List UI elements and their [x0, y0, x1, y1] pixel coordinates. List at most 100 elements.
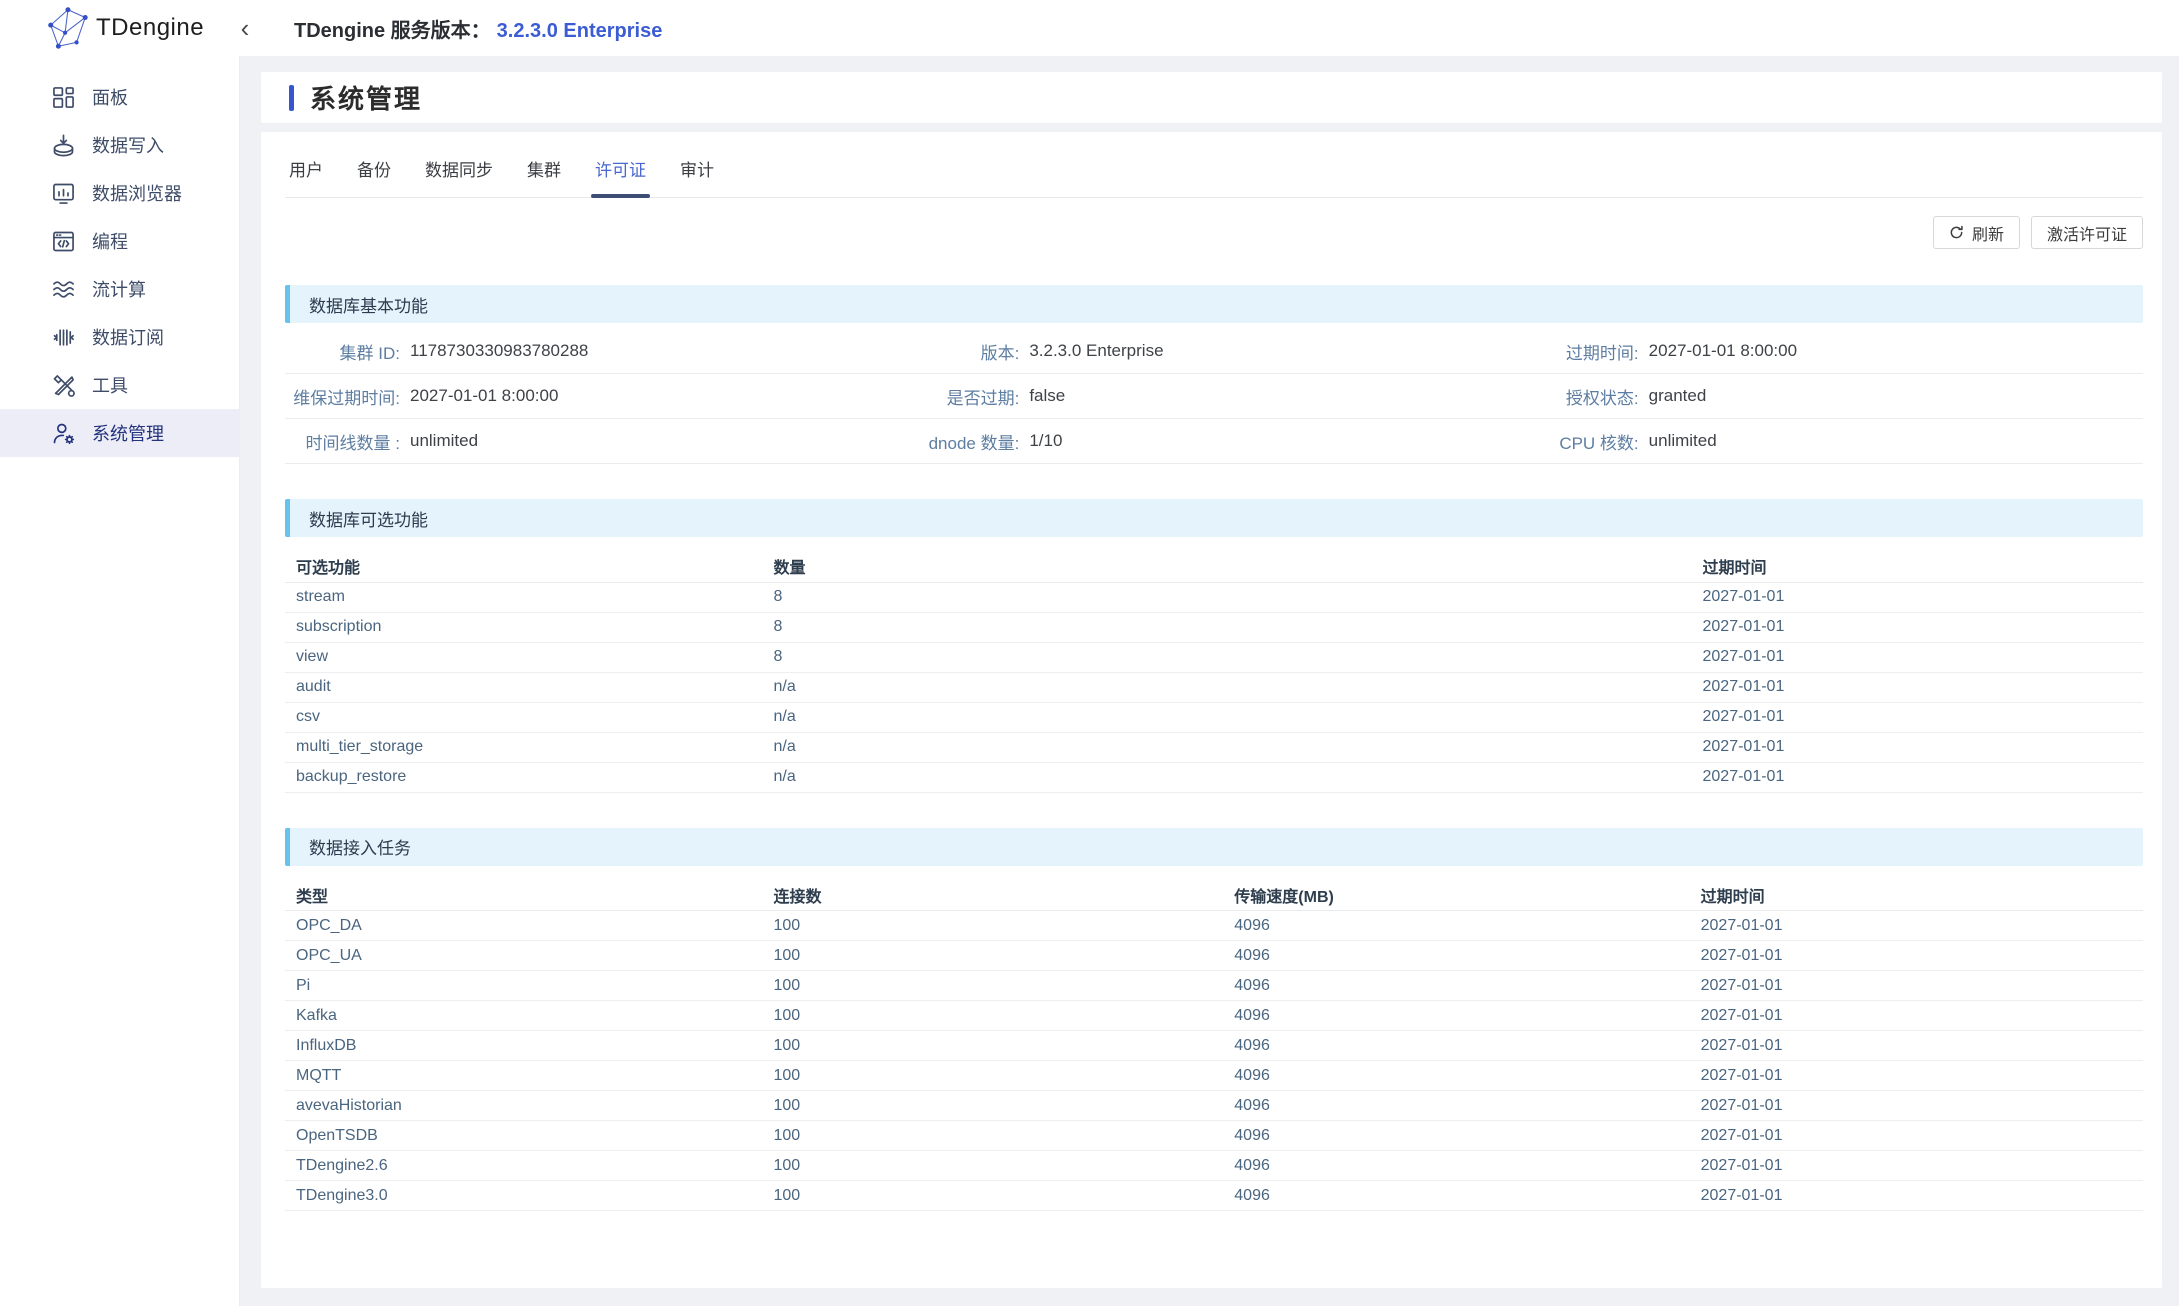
system-management-icon [50, 420, 77, 447]
sidebar-item-system-management[interactable]: 系统管理 [0, 409, 239, 457]
quantity-cell: n/a [763, 702, 1692, 732]
section-header-basic-features: 数据库基本功能 [285, 285, 2143, 323]
sidebar-item-dashboard[interactable]: 面板 [0, 73, 239, 121]
refresh-button-label: 刷新 [1972, 221, 2004, 245]
task-type-cell: InfluxDB [285, 1031, 763, 1061]
refresh-icon [1949, 225, 1964, 240]
tab-bar: 用户 备份 数据同步 集群 许可证 审计 [285, 132, 2143, 198]
basic-features-grid: 集群 ID: 1178730330983780288 版本: 3.2.3.0 E… [285, 329, 2143, 464]
activate-license-button[interactable]: 激活许可证 [2031, 216, 2143, 249]
chevron-left-icon: ‹ [241, 15, 250, 41]
expire-date-cell: 2027-01-01 [1692, 612, 2144, 642]
column-header: 可选功能 [285, 551, 763, 582]
connections-cell: 100 [763, 941, 1224, 971]
field-label: 授权状态: [1524, 384, 1639, 409]
field-label: 时间线数量 : [285, 429, 400, 454]
tab-license[interactable]: 许可证 [595, 162, 646, 197]
activate-license-label: 激活许可证 [2047, 221, 2127, 245]
expire-date-cell: 2027-01-01 [1690, 911, 2143, 941]
transfer-speed-cell: 4096 [1223, 1121, 1689, 1151]
sidebar-item-label: 数据订阅 [92, 324, 164, 350]
title-accent-bar [289, 85, 294, 111]
feature-name-cell: subscription [285, 612, 763, 642]
quantity-cell: 8 [763, 642, 1692, 672]
sidebar-item-label: 数据浏览器 [92, 180, 182, 206]
tab-users[interactable]: 用户 [289, 162, 323, 197]
field-dnode-count: dnode 数量: 1/10 [904, 429, 1523, 454]
expire-date-cell: 2027-01-01 [1692, 732, 2144, 762]
task-type-cell: TDengine3.0 [285, 1181, 763, 1211]
field-label: 集群 ID: [285, 339, 400, 364]
field-value: 1178730330983780288 [410, 341, 588, 361]
task-type-cell: TDengine2.6 [285, 1151, 763, 1181]
feature-name-cell: backup_restore [285, 762, 763, 792]
field-grant-status: 授权状态: granted [1524, 384, 2143, 409]
service-version: TDengine 服务版本：3.2.3.0 Enterprise [294, 14, 662, 43]
page-title: 系统管理 [310, 79, 422, 116]
page-title-card: 系统管理 [261, 72, 2162, 123]
field-value: unlimited [1649, 431, 1717, 451]
task-type-cell: MQTT [285, 1061, 763, 1091]
expire-date-cell: 2027-01-01 [1690, 1121, 2143, 1151]
task-type-cell: Pi [285, 971, 763, 1001]
kv-row: 时间线数量 : unlimited dnode 数量: 1/10 CPU 核数:… [285, 419, 2143, 464]
section-title: 数据接入任务 [309, 834, 411, 859]
transfer-speed-cell: 4096 [1223, 1091, 1689, 1121]
table-row: csv n/a 2027-01-01 [285, 702, 2143, 732]
section-title: 数据库基本功能 [309, 292, 428, 317]
sidebar-collapse-button[interactable]: ‹ [232, 12, 258, 44]
feature-name-cell: stream [285, 582, 763, 612]
tab-data-sync[interactable]: 数据同步 [425, 162, 493, 197]
main-content: 系统管理 用户 备份 数据同步 集群 许可证 审计 刷新 激活许可证 [240, 56, 2179, 1306]
expire-date-cell: 2027-01-01 [1690, 1091, 2143, 1121]
expire-date-cell: 2027-01-01 [1692, 582, 2144, 612]
topbar: TDengine ‹ TDengine 服务版本：3.2.3.0 Enterpr… [0, 0, 2179, 56]
table-row: backup_restore n/a 2027-01-01 [285, 762, 2143, 792]
refresh-button[interactable]: 刷新 [1933, 216, 2020, 249]
quantity-cell: n/a [763, 762, 1692, 792]
sidebar: 面板 数据写入 数据浏览器 编程 流计算 [0, 56, 240, 1306]
sidebar-item-label: 工具 [92, 372, 128, 398]
task-type-cell: Kafka [285, 1001, 763, 1031]
field-label: dnode 数量: [904, 429, 1019, 454]
transfer-speed-cell: 4096 [1223, 1061, 1689, 1091]
tdengine-logo[interactable]: TDengine [0, 5, 240, 51]
field-value: granted [1649, 386, 1707, 406]
sidebar-item-data-explorer[interactable]: 数据浏览器 [0, 169, 239, 217]
data-write-icon [50, 132, 77, 159]
tab-cluster[interactable]: 集群 [527, 162, 561, 197]
tools-icon [50, 372, 77, 399]
table-row: avevaHistorian 100 4096 2027-01-01 [285, 1091, 2143, 1121]
sidebar-item-data-write[interactable]: 数据写入 [0, 121, 239, 169]
sidebar-item-programming[interactable]: 编程 [0, 217, 239, 265]
table-row: stream 8 2027-01-01 [285, 582, 2143, 612]
expire-date-cell: 2027-01-01 [1690, 1181, 2143, 1211]
optional-features-table: 可选功能 数量 过期时间 stream 8 2027-01-01 [285, 551, 2143, 793]
feature-name-cell: multi_tier_storage [285, 732, 763, 762]
table-row: multi_tier_storage n/a 2027-01-01 [285, 732, 2143, 762]
data-explorer-icon [50, 180, 77, 207]
field-value: unlimited [410, 431, 478, 451]
sidebar-item-tools[interactable]: 工具 [0, 361, 239, 409]
quantity-cell: n/a [763, 732, 1692, 762]
expire-date-cell: 2027-01-01 [1690, 1061, 2143, 1091]
table-header-row: 可选功能 数量 过期时间 [285, 551, 2143, 582]
quantity-cell: 8 [763, 612, 1692, 642]
feature-name-cell: view [285, 642, 763, 672]
column-header: 类型 [285, 880, 763, 911]
field-version: 版本: 3.2.3.0 Enterprise [904, 339, 1523, 364]
tab-audit[interactable]: 审计 [680, 162, 714, 197]
field-cpu-cores: CPU 核数: unlimited [1524, 429, 2143, 454]
transfer-speed-cell: 4096 [1223, 971, 1689, 1001]
sidebar-item-stream-computing[interactable]: 流计算 [0, 265, 239, 313]
table-row: view 8 2027-01-01 [285, 642, 2143, 672]
transfer-speed-cell: 4096 [1223, 911, 1689, 941]
tab-backup[interactable]: 备份 [357, 162, 391, 197]
field-is-expired: 是否过期: false [904, 384, 1523, 409]
license-toolbar: 刷新 激活许可证 [285, 216, 2143, 249]
stream-computing-icon [50, 276, 77, 303]
kv-row: 集群 ID: 1178730330983780288 版本: 3.2.3.0 E… [285, 329, 2143, 374]
sidebar-item-data-subscription[interactable]: 数据订阅 [0, 313, 239, 361]
service-version-value: 3.2.3.0 Enterprise [497, 20, 663, 42]
connections-cell: 100 [763, 1061, 1224, 1091]
